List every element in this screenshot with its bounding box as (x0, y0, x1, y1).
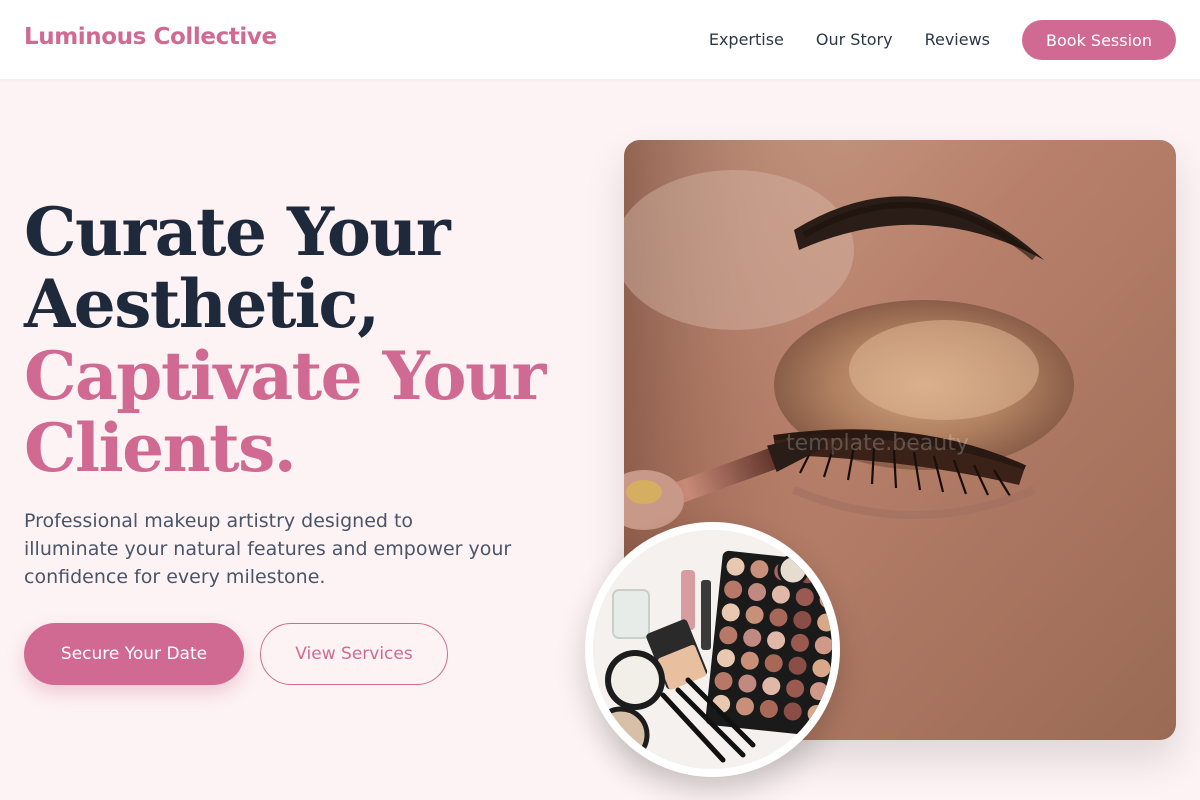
view-services-button[interactable]: View Services (260, 623, 448, 685)
nav-link-our-story[interactable]: Our Story (816, 20, 893, 60)
book-session-button[interactable]: Book Session (1022, 20, 1176, 60)
hero-description: Professional makeup artistry designed to… (24, 507, 564, 591)
hero-title-line-3: Captivate Your (24, 337, 546, 415)
secure-your-date-button[interactable]: Secure Your Date (24, 623, 244, 685)
nav-link-expertise[interactable]: Expertise (709, 20, 784, 60)
nav-link-reviews[interactable]: Reviews (925, 20, 990, 60)
hero-description-line-2: illuminate your natural features and emp… (24, 538, 512, 560)
nav-links: Expertise Our Story Reviews Book Session (677, 20, 1176, 60)
makeup-products-circle-photo (585, 522, 840, 777)
hero-title-line-2: Aesthetic, (24, 265, 380, 343)
hero-description-line-3: confidence for every milestone. (24, 566, 326, 588)
hero-title-line-1: Curate Your (24, 193, 451, 271)
top-navbar: Luminous Collective Expertise Our Story … (0, 0, 1200, 79)
hero-description-line-1: Professional makeup artistry designed to (24, 510, 414, 532)
hero-title: Curate Your Aesthetic, Captivate Your Cl… (24, 193, 546, 487)
hero-title-line-4: Clients. (24, 409, 297, 487)
svg-text:template.beauty: template.beauty (786, 431, 969, 456)
brand-logo[interactable]: Luminous Collective (24, 24, 277, 50)
